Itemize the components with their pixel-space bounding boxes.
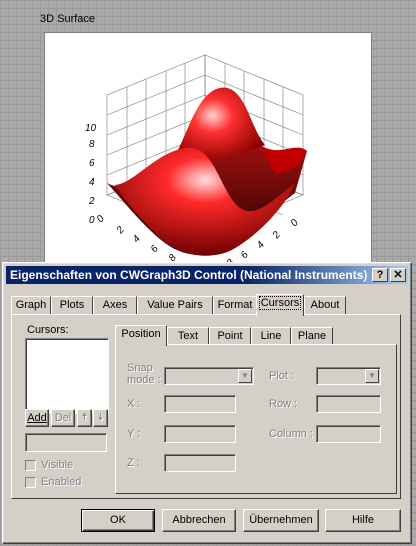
y-field[interactable] [164,425,236,443]
chevron-down-icon: ▼ [238,369,252,383]
inner-tab-plane[interactable]: Plane [291,327,333,345]
z-tick-2: 2 [88,196,95,207]
surface-plot-svg: 0 2 4 6 8 10 0 2 4 6 8 0 2 4 6 8 [85,54,307,265]
delete-cursor-button[interactable]: Del [51,409,75,427]
snap-mode-label-line1: Snap [127,362,153,374]
ok-button[interactable]: OK [81,509,155,532]
z-label: Z : [127,457,140,469]
tab-cursors[interactable]: Cursors [256,294,304,316]
x-tick-0: 0 [95,213,107,225]
visible-checkbox[interactable] [25,460,36,471]
dialog-title: Eigenschaften von CWGraph3D Control (Nat… [10,268,368,282]
tab-format[interactable]: Format [213,296,257,314]
tab-graph[interactable]: Graph [11,296,51,314]
arrow-down-icon: 🠇 [97,412,104,423]
z-tick-6: 6 [89,158,95,169]
tab-axes[interactable]: Axes [93,296,137,314]
y-label: Y : [127,428,141,440]
y-tick-6: 6 [239,249,251,261]
x-tick-6: 6 [149,243,161,255]
x-label: X : [127,398,141,410]
cursors-label: Cursors: [27,324,69,336]
z-tick-10: 10 [85,123,97,134]
close-icon[interactable]: ✕ [390,268,406,282]
x-tick-4: 4 [131,233,143,245]
z-tick-0: 0 [89,215,95,226]
row-field[interactable] [316,395,381,413]
enabled-checkbox[interactable] [25,477,36,488]
cursors-list[interactable] [25,338,109,414]
help-button[interactable]: Hilfe [325,509,401,532]
z-tick-4: 4 [89,177,95,188]
column-field[interactable] [316,425,381,443]
tab-about[interactable]: About [304,296,346,314]
plot-select[interactable]: ▼ [316,367,381,385]
x-tick-2: 2 [114,224,127,236]
snap-mode-select[interactable]: ▼ [164,367,254,385]
x-field[interactable] [164,395,236,413]
tab-value-pairs[interactable]: Value Pairs [137,296,213,314]
3d-surface-graph[interactable]: 0 2 4 6 8 10 0 2 4 6 8 0 2 4 6 8 [44,32,372,266]
move-down-button[interactable]: 🠇 [93,409,108,427]
surface-mesh [107,87,307,256]
chevron-down-icon: ▼ [365,369,379,383]
snap-mode-label-line2: mode : [127,374,161,386]
add-cursor-button[interactable]: Add [25,409,49,427]
inner-tab-text[interactable]: Text [167,327,209,345]
tab-plots[interactable]: Plots [51,296,93,314]
y-tick-0: 0 [289,217,301,229]
move-up-button[interactable]: 🠅 [77,409,92,427]
dialog-titlebar[interactable]: Eigenschaften von CWGraph3D Control (Nat… [6,266,408,284]
inner-tab-position[interactable]: Position [115,325,167,346]
cursor-name-field[interactable] [25,433,107,452]
y-tick-2: 2 [270,229,283,241]
z-field[interactable] [164,454,236,472]
inner-tab-point[interactable]: Point [209,327,251,345]
arrow-up-icon: 🠅 [81,412,88,423]
plot-label: Plot : [269,370,295,382]
y-tick-4: 4 [255,239,267,251]
row-label: Row : [269,398,298,410]
help-icon[interactable]: ? [372,268,388,282]
properties-dialog: Eigenschaften von CWGraph3D Control (Nat… [2,262,412,544]
apply-button[interactable]: Übernehmen [243,509,319,532]
inner-tab-line[interactable]: Line [251,327,291,345]
cancel-button[interactable]: Abbrechen [162,509,236,532]
enabled-label: Enabled [41,476,82,488]
visible-label: Visible [41,459,74,471]
graph-title: 3D Surface [40,13,96,25]
z-tick-8: 8 [89,139,95,150]
column-label: Column : [269,428,314,440]
